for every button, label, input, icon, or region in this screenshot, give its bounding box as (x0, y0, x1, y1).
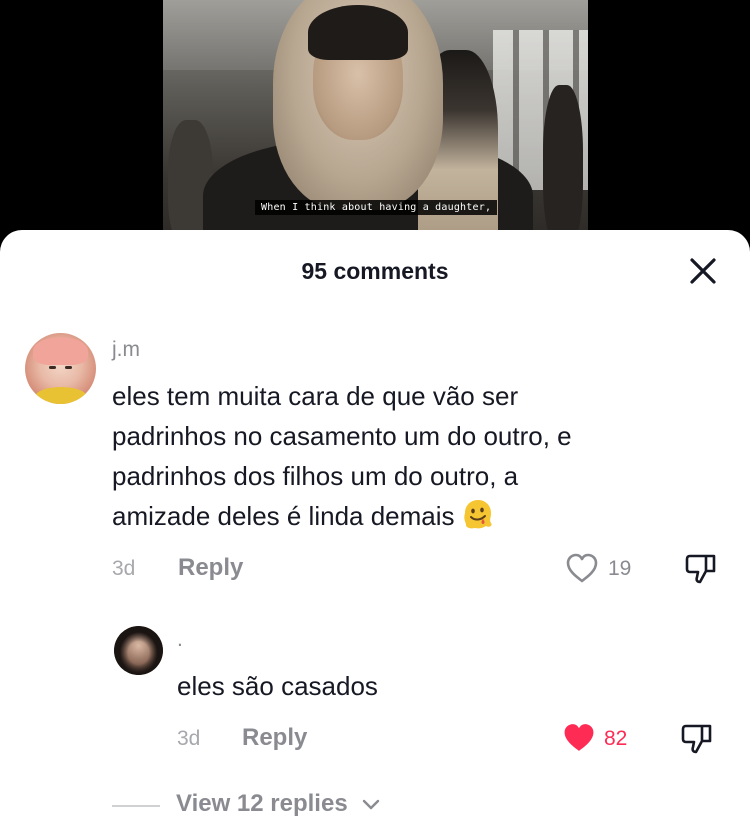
divider (112, 805, 160, 807)
avatar[interactable] (114, 626, 163, 675)
comment-line: eles tem muita cara de que vão ser (112, 381, 519, 411)
thumbs-down-icon (685, 554, 716, 584)
comment-username[interactable]: j.m (112, 338, 140, 362)
view-replies-label: View 12 replies (176, 790, 348, 817)
comment-date: 3d (177, 727, 201, 750)
like-count: 82 (604, 727, 628, 750)
comment-date: 3d (112, 557, 136, 580)
video-player[interactable]: When I think about having a daughter, (0, 0, 750, 250)
comment-line: padrinhos dos filhos um do outro, a (112, 461, 519, 491)
like-button[interactable] (565, 552, 599, 589)
comment-line: eles são casados (177, 671, 378, 701)
reply-button[interactable]: Reply (242, 724, 307, 752)
chevron-down-icon (362, 799, 380, 810)
comments-header: 95 comments (0, 256, 750, 288)
comment-text: eles tem muita cara de que vão ser padri… (112, 376, 572, 536)
avatar[interactable] (25, 333, 96, 404)
comment-text: eles são casados (177, 666, 378, 706)
like-count: 19 (608, 557, 632, 580)
comments-count-title: 95 comments (301, 258, 449, 284)
video-subtitle: When I think about having a daughter, (255, 200, 498, 215)
reply-button[interactable]: Reply (178, 554, 243, 582)
dislike-button[interactable] (684, 552, 718, 591)
thumbs-down-icon (681, 724, 712, 754)
close-icon (690, 258, 716, 284)
heart-filled-icon (564, 724, 594, 751)
close-button[interactable] (688, 256, 718, 286)
melting-face-emoji-icon (463, 500, 492, 529)
comment-username[interactable]: . (177, 628, 183, 652)
comment-line: padrinhos no casamento um do outro, e (112, 421, 572, 451)
like-button[interactable] (561, 721, 597, 759)
heart-outline-icon (566, 553, 598, 583)
comment-line: amizade deles é linda demais (112, 501, 455, 531)
comments-sheet: 95 comments j.m eles tem muita cara de q… (0, 230, 750, 831)
dislike-button[interactable] (680, 722, 714, 761)
comment-line-last: amizade deles é linda demais (112, 496, 572, 536)
